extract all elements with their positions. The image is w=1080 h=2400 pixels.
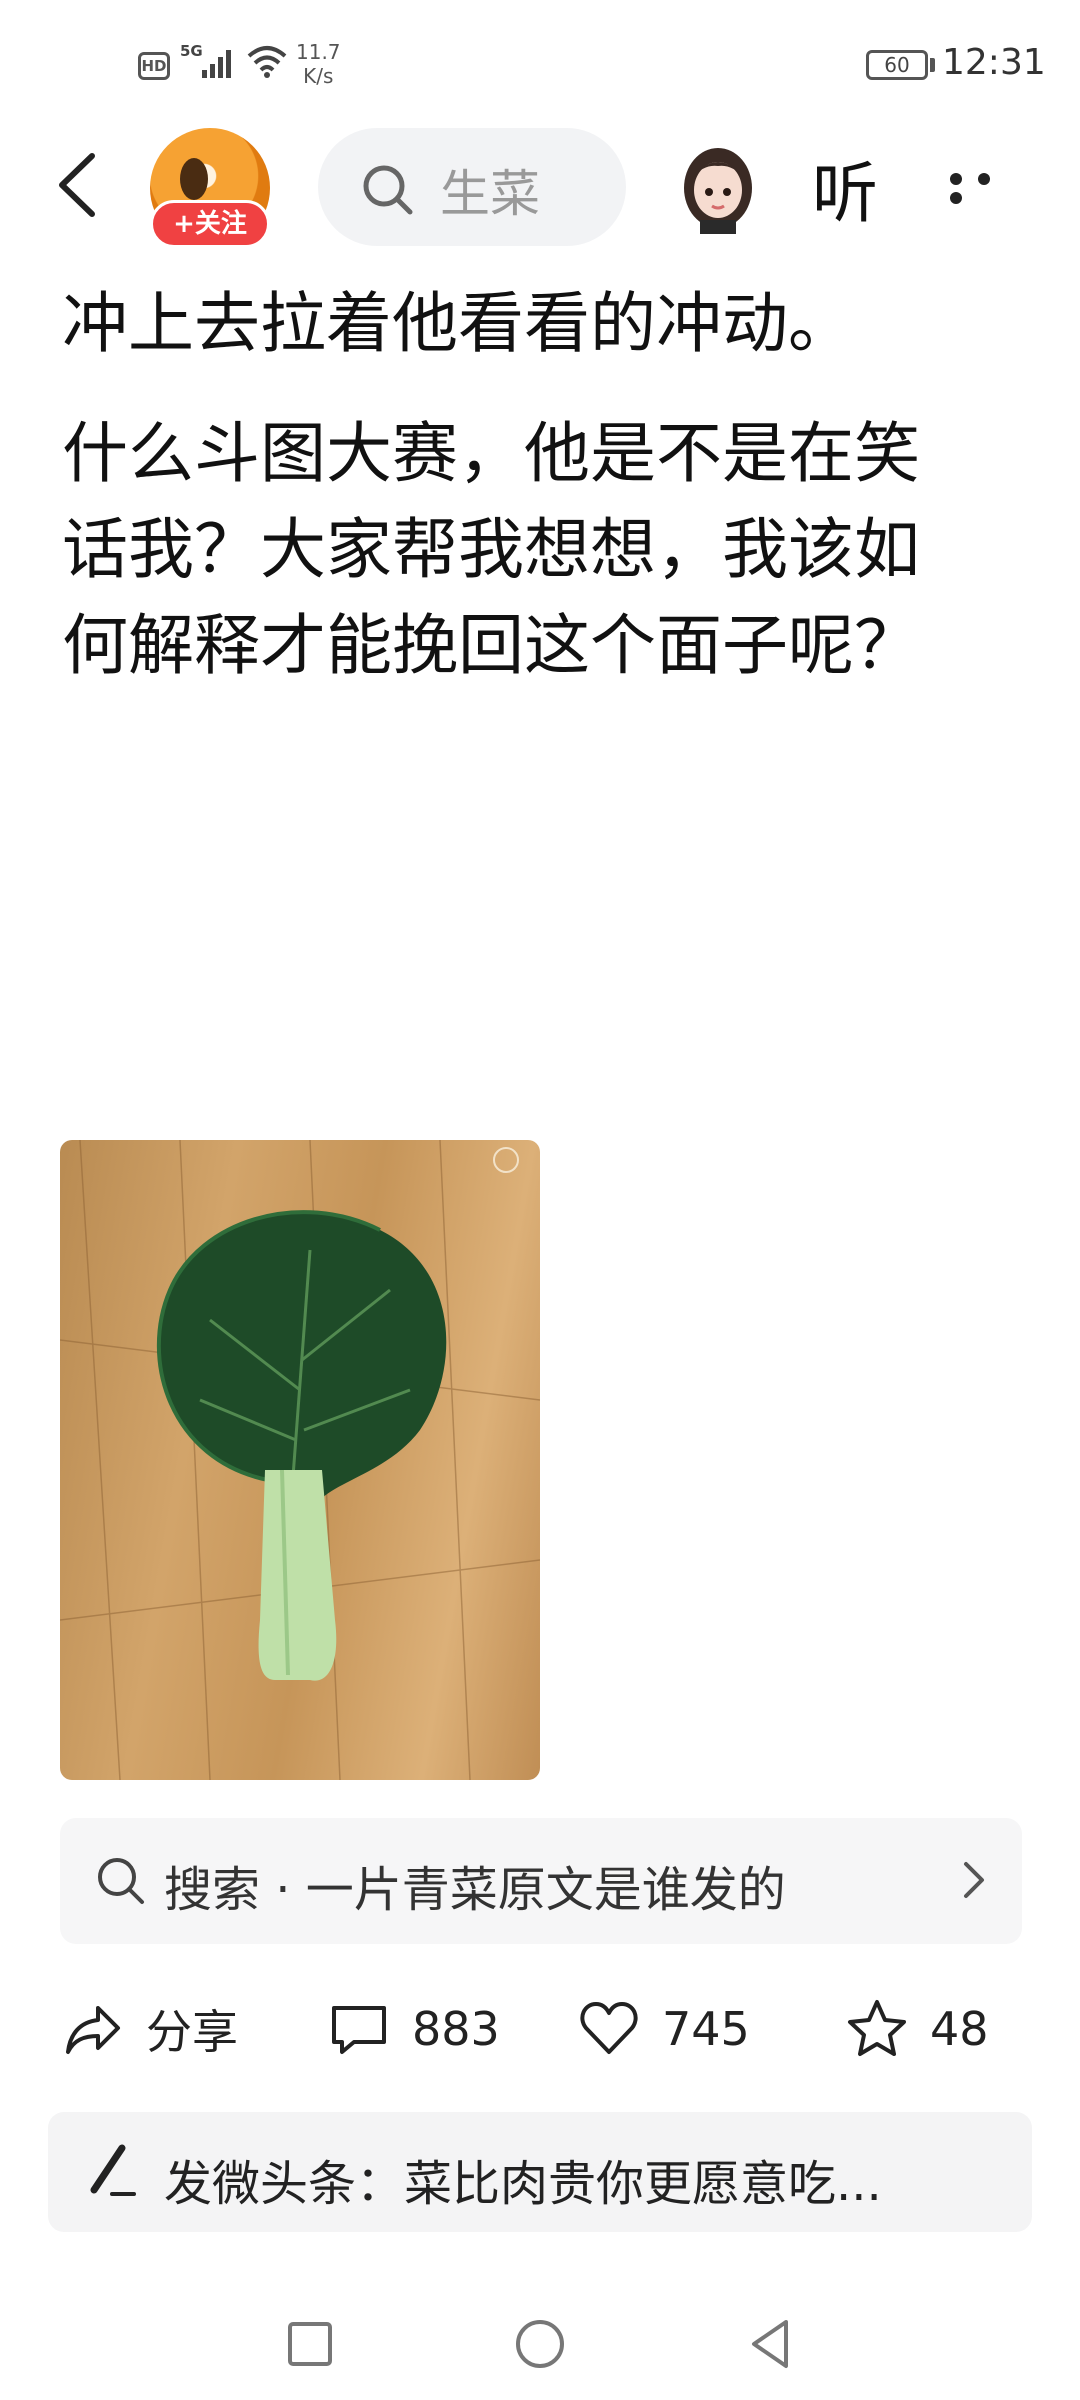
share-button[interactable]: 分享 <box>62 1994 238 2064</box>
bok-choy-leaf-image <box>60 1140 540 1780</box>
share-label: 分享 <box>146 2005 238 2059</box>
author-avatar-group[interactable]: +关注 <box>150 128 270 248</box>
chevron-right-icon <box>964 1862 984 1898</box>
listen-button[interactable]: 听 <box>812 140 878 236</box>
search-input[interactable]: 生菜 <box>318 128 626 246</box>
compose-prompt: 发微头条：菜比肉贵你更愿意吃... <box>164 2156 882 2212</box>
home-icon[interactable] <box>510 2314 570 2374</box>
speed-unit: K/s <box>303 64 334 88</box>
hd-badge: HD <box>138 52 170 80</box>
favorites-count: 48 <box>930 2002 989 2056</box>
status-bar: HD 5G 11.7 K/s 60 12:31 <box>0 0 1080 120</box>
comment-icon <box>332 2006 386 2054</box>
search-icon <box>98 1858 144 1904</box>
article-image[interactable] <box>60 1140 540 1780</box>
heart-icon <box>580 2002 638 2054</box>
back-icon[interactable] <box>50 150 110 220</box>
likes-count: 745 <box>662 2002 750 2056</box>
speed-value: 11.7 <box>296 40 341 64</box>
network-speed: 11.7 K/s <box>296 40 341 88</box>
comments-button[interactable]: 883 <box>328 1994 500 2064</box>
top-bar: +关注 生菜 听 <box>0 120 1080 250</box>
like-button[interactable]: 745 <box>578 1994 750 2064</box>
ai-assistant-icon[interactable] <box>674 138 762 234</box>
comments-count: 883 <box>412 2002 500 2056</box>
share-icon <box>66 2006 120 2054</box>
related-search-link[interactable]: 搜索 · 一片青菜原文是谁发的 <box>60 1818 1022 1944</box>
article-paragraph: 什么斗图大赛，他是不是在笑话我？大家帮我想想，我该如何解释才能挽回这个面子呢？ <box>62 415 920 684</box>
article-paragraph: 冲上去拉着他看看的冲动。 <box>62 285 854 362</box>
action-bar: 分享 883 745 48 <box>0 1980 1080 2080</box>
battery-icon: 60 <box>866 50 928 80</box>
favorite-button[interactable]: 48 <box>846 1994 989 2064</box>
star-icon <box>848 2000 906 2056</box>
search-query: 生菜 <box>440 165 540 223</box>
signal-icon <box>202 50 231 78</box>
more-icon[interactable] <box>950 170 1030 204</box>
article-body: 冲上去拉着他看看的冲动。 什么斗图大赛，他是不是在笑话我？大家帮我想想，我该如何… <box>62 276 982 728</box>
search-icon <box>363 165 413 215</box>
battery-level: 60 <box>884 53 910 77</box>
follow-button[interactable]: +关注 <box>150 200 270 248</box>
recent-apps-icon[interactable] <box>280 2314 340 2374</box>
compose-post-bar[interactable]: 发微头条：菜比肉贵你更愿意吃... <box>48 2112 1032 2232</box>
clock: 12:31 <box>942 42 1046 83</box>
pen-icon <box>90 2144 136 2196</box>
back-nav-icon[interactable] <box>740 2314 800 2374</box>
system-nav-bar <box>0 2290 1080 2400</box>
avatar-detail <box>180 158 208 200</box>
wifi-icon <box>247 46 287 78</box>
battery-tip <box>930 58 935 72</box>
related-search-text: 搜索 · 一片青菜原文是谁发的 <box>164 1862 786 1918</box>
